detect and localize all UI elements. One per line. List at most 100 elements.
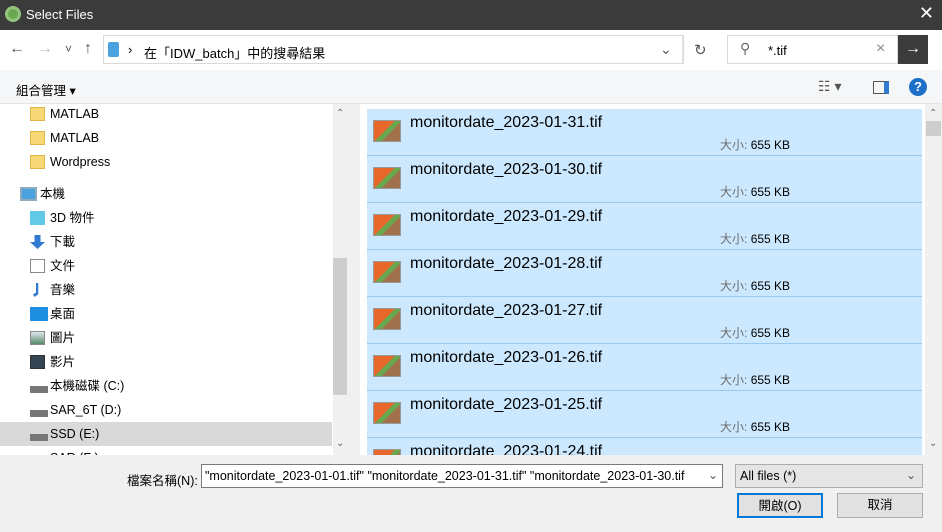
file-size: 大小: 655 KB (720, 183, 790, 200)
file-type-select[interactable]: All files (*) ⌄ (735, 464, 923, 488)
cube-icon (30, 211, 45, 225)
desktop-icon (30, 307, 48, 321)
nav-item[interactable]: 本機 (0, 182, 332, 206)
qgis-logo-icon (5, 6, 21, 22)
nav-item[interactable]: 3D 物件 (0, 206, 332, 230)
filename-label: 檔案名稱(N): (127, 474, 198, 488)
nav-item[interactable]: 影片 (0, 350, 332, 374)
nav-item[interactable]: SAR_6T (D:) (0, 398, 332, 422)
nav-item-label: 3D 物件 (50, 211, 95, 225)
nav-item-label: 下載 (50, 235, 76, 249)
size-value: 655 KB (750, 185, 791, 199)
file-size: 大小: 655 KB (720, 371, 790, 388)
search-box[interactable]: ⚲ *.tif × (727, 35, 898, 64)
nav-item-label: MATLAB (50, 107, 100, 121)
nav-item[interactable]: 文件 (0, 254, 332, 278)
nav-item[interactable]: 圖片 (0, 326, 332, 350)
dialog-footer: 檔案名稱(N): "monitordate_2023-01-01.tif" "m… (0, 455, 942, 532)
search-input[interactable]: *.tif (768, 43, 787, 58)
file-size: 大小: 655 KB (720, 324, 790, 341)
tif-file-icon (373, 355, 401, 377)
nav-item[interactable]: SSD (E:) (0, 422, 332, 446)
filename-input[interactable]: "monitordate_2023-01-01.tif" "monitordat… (201, 464, 723, 488)
file-size: 大小: 655 KB (720, 230, 790, 247)
back-button[interactable]: ← (9, 40, 25, 58)
size-value: 655 KB (750, 326, 791, 340)
up-button[interactable]: ↑ (84, 40, 92, 58)
file-row[interactable]: monitordate_2023-01-24.tif大小: 655 KB (367, 438, 922, 455)
folder-icon (30, 155, 45, 169)
download-icon (30, 235, 45, 249)
file-row[interactable]: monitordate_2023-01-27.tif 大小: 655 KB (367, 297, 922, 344)
video-icon (30, 355, 45, 369)
file-row[interactable]: monitordate_2023-01-26.tif 大小: 655 KB (367, 344, 922, 391)
drive-icon (30, 427, 48, 441)
navigation-pane: MATLAB MATLAB Wordpress 本機 3D 物件下載文件音樂桌面圖片影片… (0, 104, 347, 455)
nav-item-label: Wordpress (50, 155, 111, 169)
nav-item[interactable]: 下載 (0, 230, 332, 254)
clear-search-button[interactable]: × (876, 40, 885, 58)
pane-splitter[interactable] (347, 104, 360, 455)
nav-item-label: SAR (F:) (50, 446, 99, 455)
scrollbar-thumb[interactable] (926, 121, 941, 136)
open-button[interactable]: 開啟(O) (737, 493, 823, 518)
nav-item[interactable]: 本機磁碟 (C:) (0, 374, 332, 398)
address-bar[interactable]: › 在「IDW_batch」中的搜尋結果 ⌄ ↻ (103, 35, 707, 64)
nav-item-label: 桌面 (50, 307, 76, 321)
nav-item[interactable]: 桌面 (0, 302, 332, 326)
nav-item[interactable]: Wordpress (0, 150, 332, 174)
forward-button[interactable]: → (37, 40, 53, 58)
drive-icon (30, 379, 48, 393)
size-label: 大小: (720, 373, 748, 387)
nav-item-label: MATLAB (50, 131, 100, 145)
divider (682, 36, 683, 63)
file-name: monitordate_2023-01-24.tif (410, 443, 603, 455)
tif-file-icon (373, 167, 401, 189)
organize-button[interactable]: 組合管理 ▾ (16, 80, 76, 99)
file-name: monitordate_2023-01-25.tif (410, 396, 603, 413)
file-row[interactable]: monitordate_2023-01-25.tif 大小: 655 KB (367, 391, 922, 438)
address-dropdown[interactable]: ⌄ (660, 41, 672, 58)
file-size: 大小: 655 KB (720, 136, 790, 153)
file-name: monitordate_2023-01-29.tif (410, 208, 603, 225)
cancel-button[interactable]: 取消 (837, 493, 923, 518)
file-name: monitordate_2023-01-26.tif (410, 349, 603, 366)
help-button[interactable]: ? (909, 78, 927, 96)
size-label: 大小: (720, 420, 748, 434)
nav-item-label: 圖片 (50, 331, 76, 345)
tif-file-icon (373, 308, 401, 330)
music-icon (33, 283, 39, 297)
tif-file-icon (373, 402, 401, 424)
file-name: monitordate_2023-01-28.tif (410, 255, 603, 272)
file-row[interactable]: monitordate_2023-01-28.tif 大小: 655 KB (367, 250, 922, 297)
file-row[interactable]: monitordate_2023-01-31.tif 大小: 655 KB (367, 109, 922, 156)
file-row[interactable]: monitordate_2023-01-30.tif 大小: 655 KB (367, 156, 922, 203)
file-size: 大小: 655 KB (720, 277, 790, 294)
size-value: 655 KB (750, 279, 791, 293)
nav-item-label: 文件 (50, 259, 76, 273)
file-name: monitordate_2023-01-31.tif (410, 114, 603, 131)
chevron-down-icon[interactable]: ⌄ (708, 468, 718, 482)
nav-pane-scrollbar[interactable]: ⌃ ⌄ (333, 104, 347, 455)
size-label: 大小: (720, 138, 748, 152)
nav-item[interactable]: MATLAB (0, 104, 332, 126)
nav-item[interactable]: 音樂 (0, 278, 332, 302)
tif-file-icon (373, 214, 401, 236)
preview-pane-button[interactable] (873, 81, 889, 94)
search-icon: ⚲ (740, 40, 751, 56)
nav-item[interactable]: MATLAB (0, 126, 332, 150)
address-text: 在「IDW_batch」中的搜尋結果 (144, 46, 326, 61)
tif-file-icon (373, 261, 401, 283)
tif-file-icon (373, 120, 401, 142)
recent-locations-button[interactable]: ˅ (65, 42, 72, 56)
scrollbar-thumb[interactable] (333, 258, 347, 395)
nav-item[interactable]: SAR (F:) (0, 446, 332, 455)
search-go-button[interactable]: → (898, 35, 928, 64)
close-button[interactable]: ✕ (919, 3, 934, 24)
nav-item-label: 本機磁碟 (C:) (50, 379, 125, 393)
refresh-button[interactable]: ↻ (694, 41, 707, 59)
file-list-scrollbar[interactable]: ⌃ ⌄ (925, 104, 942, 455)
file-size: 大小: 655 KB (720, 418, 790, 435)
file-row[interactable]: monitordate_2023-01-29.tif 大小: 655 KB (367, 203, 922, 250)
view-options-button[interactable]: ☷ ▾ (818, 78, 841, 95)
